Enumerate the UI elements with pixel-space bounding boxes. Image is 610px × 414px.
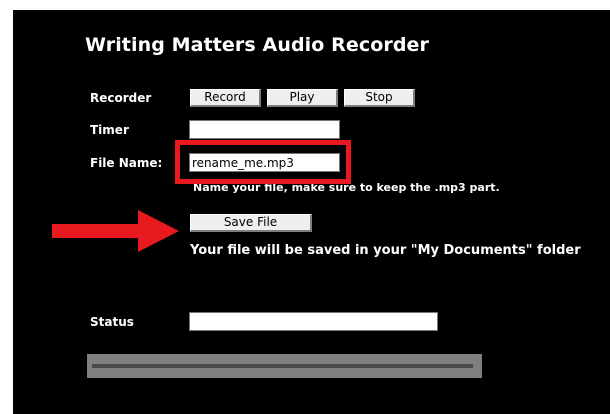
- app-title: Writing Matters Audio Recorder: [85, 34, 429, 56]
- record-button[interactable]: Record: [190, 89, 261, 107]
- stop-button[interactable]: Stop: [344, 89, 415, 107]
- play-button[interactable]: Play: [267, 89, 338, 107]
- progress-track: [92, 364, 473, 368]
- file-name-highlight-box: [175, 140, 351, 184]
- file-name-label: File Name:: [90, 156, 163, 170]
- recorder-panel: Writing Matters Audio Recorder Recorder …: [13, 10, 610, 414]
- save-location-message: Your file will be saved in your "My Docu…: [190, 243, 581, 258]
- recorder-label: Recorder: [90, 91, 152, 105]
- timer-field[interactable]: [189, 120, 340, 139]
- right-arrow-icon: [52, 210, 179, 252]
- status-field: [189, 312, 438, 331]
- save-file-button[interactable]: Save File: [190, 214, 312, 232]
- progress-bar: [87, 354, 482, 378]
- status-label: Status: [90, 315, 134, 329]
- timer-label: Timer: [90, 123, 129, 137]
